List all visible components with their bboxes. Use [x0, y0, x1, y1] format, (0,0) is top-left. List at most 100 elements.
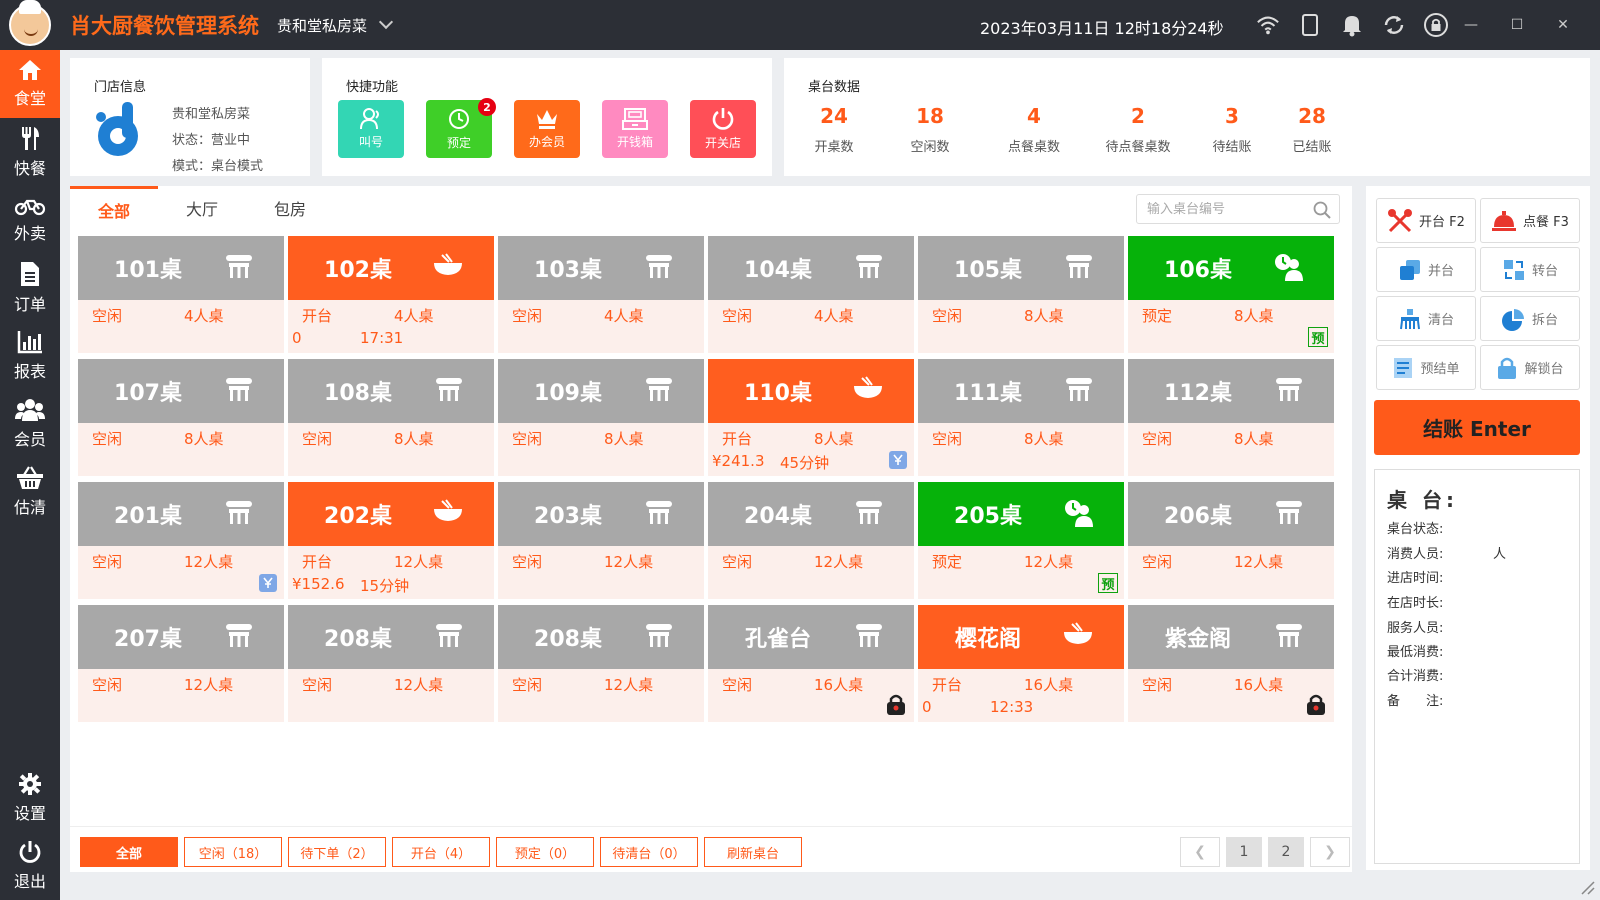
bowl-icon	[432, 252, 464, 282]
min-spend-label: 最低消费:	[1387, 645, 1444, 660]
table-info-title: 桌 台:	[1387, 488, 1458, 512]
merge-icon	[1399, 259, 1420, 280]
table-card[interactable]: 112桌 空闲 8人桌	[1128, 359, 1334, 476]
tablet-icon[interactable]	[1298, 13, 1322, 37]
order-button[interactable]: 点餐 F3	[1480, 198, 1580, 243]
maximize-icon[interactable]: ☐	[1494, 14, 1540, 36]
store-selector[interactable]: 贵和堂私房菜	[277, 15, 367, 36]
next-page-button[interactable]: ❯	[1310, 837, 1350, 867]
nav-item-fastfood[interactable]: 快餐	[0, 118, 60, 186]
table-status: 空闲	[302, 676, 333, 694]
table-card[interactable]: 203桌 空闲 12人桌	[498, 482, 704, 599]
filter-reserved-button[interactable]: 预定（0）	[496, 837, 594, 867]
table-capacity: 4人桌	[604, 307, 644, 325]
nav-item-reports[interactable]: 报表	[0, 322, 60, 390]
table-card-header: 111桌	[918, 359, 1124, 423]
table-card[interactable]: 106桌 预定 8人桌预	[1128, 236, 1334, 353]
filter-pending-order-button[interactable]: 待下单（2）	[288, 837, 386, 867]
nav-item-estimate[interactable]: 估清	[0, 458, 60, 526]
table-name: 110桌	[744, 381, 812, 406]
table-capacity: 8人桌	[394, 430, 434, 448]
nav-item-settings[interactable]: 设置	[0, 764, 60, 832]
table-card[interactable]: 103桌 空闲 4人桌	[498, 236, 704, 353]
table-card[interactable]: 201桌 空闲 12人桌	[78, 482, 284, 599]
table-card[interactable]: 樱花阁 开台 16人桌 0 12:33	[918, 605, 1124, 722]
table-icon	[224, 498, 254, 530]
open-table-button[interactable]: 开台 F2	[1376, 198, 1476, 243]
prev-page-button[interactable]: ❮	[1180, 837, 1220, 867]
table-status-label: 桌台状态:	[1387, 522, 1444, 537]
tab-private-room[interactable]: 包房	[246, 186, 334, 230]
nav-item-label: 报表	[13, 362, 46, 381]
table-name: 樱花阁	[954, 627, 1021, 652]
filter-bar: 全部 空闲（18） 待下单（2） 开台（4） 预定（0） 待清台（0） 刷新桌台…	[70, 826, 1352, 872]
table-number-input[interactable]	[1147, 201, 1307, 217]
reservation-button[interactable]: 预定 2	[426, 98, 496, 158]
table-name: 202桌	[324, 504, 392, 529]
table-card[interactable]: 204桌 空闲 12人桌	[708, 482, 914, 599]
nav-item-logout[interactable]: 退出	[0, 832, 60, 900]
table-card[interactable]: 202桌 开台 12人桌 ¥152.6 15分钟	[288, 482, 494, 599]
table-card[interactable]: 102桌 开台 4人桌 0 17:31	[288, 236, 494, 353]
tab-all[interactable]: 全部	[70, 186, 158, 230]
home-icon	[19, 60, 41, 80]
table-card[interactable]: 205桌 预定 12人桌预	[918, 482, 1124, 599]
pre-bill-button[interactable]: 预结单	[1376, 345, 1476, 390]
table-card[interactable]: 108桌 空闲 8人桌	[288, 359, 494, 476]
app-title: 肖大厨餐饮管理系统	[70, 14, 259, 38]
split-table-button[interactable]: 拆台	[1480, 296, 1580, 341]
table-card[interactable]: 208桌 空闲 12人桌	[498, 605, 704, 722]
page-2-button[interactable]: 2	[1268, 837, 1304, 867]
table-name: 206桌	[1164, 504, 1232, 529]
tab-hall[interactable]: 大厅	[158, 186, 246, 230]
membership-button[interactable]: 办会员	[514, 100, 580, 158]
table-card[interactable]: 109桌 空闲 8人桌	[498, 359, 704, 476]
lock-icon[interactable]	[1424, 13, 1448, 37]
refresh-icon[interactable]	[1382, 13, 1406, 37]
nav-item-takeout[interactable]: 外卖	[0, 186, 60, 254]
table-card[interactable]: 206桌 空闲 12人桌	[1128, 482, 1334, 599]
unlock-table-button[interactable]: 解锁台	[1480, 345, 1580, 390]
nav-item-members[interactable]: 会员	[0, 390, 60, 458]
wifi-icon[interactable]	[1256, 13, 1280, 37]
transfer-table-button[interactable]: 转台	[1480, 247, 1580, 292]
table-card-header: 109桌	[498, 359, 704, 423]
table-card[interactable]: 208桌 空闲 12人桌	[288, 605, 494, 722]
table-card[interactable]: 101桌 空闲 4人桌	[78, 236, 284, 353]
person-icon	[360, 108, 379, 130]
resize-icon[interactable]	[1580, 880, 1596, 896]
search-icon[interactable]	[1313, 201, 1331, 219]
table-card[interactable]: 111桌 空闲 8人桌	[918, 359, 1124, 476]
checkout-button[interactable]: 结账 Enter	[1374, 400, 1580, 455]
stat-checked-out: 28 已结账	[1292, 104, 1332, 155]
minimize-icon[interactable]: —	[1448, 14, 1494, 36]
filter-to-clear-button[interactable]: 待清台（0）	[600, 837, 698, 867]
refresh-tables-button[interactable]: 刷新桌台	[704, 837, 802, 867]
nav-item-orders[interactable]: 订单	[0, 254, 60, 322]
page-1-button[interactable]: 1	[1226, 837, 1262, 867]
table-status: 空闲	[722, 676, 753, 694]
table-card-header: 110桌	[708, 359, 914, 423]
filter-open-button[interactable]: 开台（4）	[392, 837, 490, 867]
call-number-button[interactable]: 叫号	[338, 100, 404, 158]
table-card[interactable]: 110桌 开台 8人桌 ¥241.3 45分钟	[708, 359, 914, 476]
table-card[interactable]: 107桌 空闲 8人桌	[78, 359, 284, 476]
nav-item-canteen[interactable]: 食堂	[0, 50, 60, 118]
clear-table-button[interactable]: 清台	[1376, 296, 1476, 341]
table-icon	[644, 498, 674, 530]
bell-icon[interactable]	[1340, 13, 1364, 37]
open-cashbox-button[interactable]: 开钱箱	[602, 100, 668, 158]
table-card[interactable]: 紫金阁 空闲 16人桌	[1128, 605, 1334, 722]
table-card[interactable]: 孔雀台 空闲 16人桌	[708, 605, 914, 722]
filter-all-button[interactable]: 全部	[80, 837, 178, 867]
table-duration: 17:31	[360, 329, 404, 347]
chevron-down-icon[interactable]	[378, 14, 394, 30]
merge-table-button[interactable]: 并台	[1376, 247, 1476, 292]
open-close-store-button[interactable]: 开关店	[690, 100, 756, 158]
table-card[interactable]: 105桌 空闲 8人桌	[918, 236, 1124, 353]
table-card[interactable]: 207桌 空闲 12人桌	[78, 605, 284, 722]
close-icon[interactable]: ✕	[1540, 14, 1586, 36]
table-card[interactable]: 104桌 空闲 4人桌	[708, 236, 914, 353]
table-card-header: 205桌	[918, 482, 1124, 546]
filter-idle-button[interactable]: 空闲（18）	[184, 837, 282, 867]
